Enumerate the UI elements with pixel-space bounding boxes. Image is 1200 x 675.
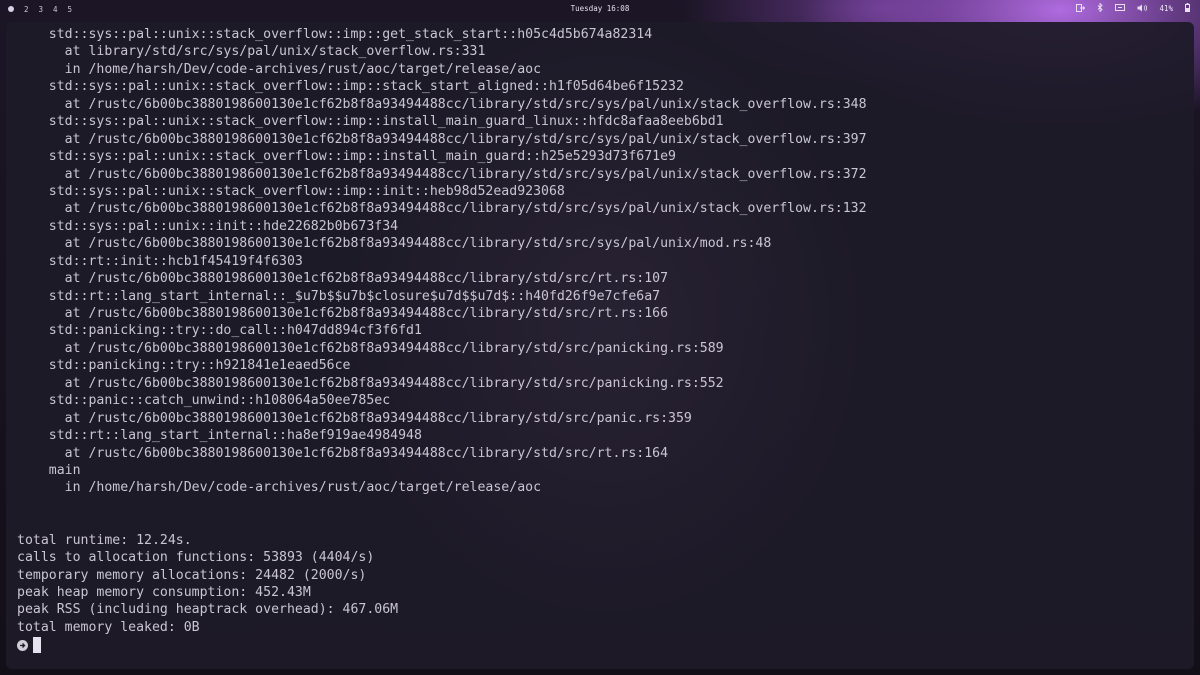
- terminal-line: std::sys::pal::unix::stack_overflow::imp…: [17, 183, 565, 199]
- workspace-switcher: 2 3 4 5: [0, 5, 72, 14]
- terminal-line: at /rustc/6b00bc3880198600130e1cf62b8f8a…: [17, 340, 724, 356]
- terminal-line: at /rustc/6b00bc3880198600130e1cf62b8f8a…: [17, 166, 867, 182]
- workspace-2[interactable]: 2: [24, 5, 29, 14]
- terminal-line: std::panicking::try::do_call::h047dd894c…: [17, 323, 422, 339]
- terminal-line: std::sys::pal::unix::init::hde22682b0b67…: [17, 218, 399, 234]
- arrow-right-circle-icon: [17, 639, 28, 651]
- workspace-3[interactable]: 3: [39, 5, 44, 14]
- workspace-active-indicator[interactable]: [8, 6, 14, 12]
- network-icon[interactable]: [1115, 3, 1126, 14]
- terminal-line: main: [17, 462, 81, 478]
- workspace-5[interactable]: 5: [68, 5, 73, 14]
- battery-percentage: 41%: [1159, 4, 1173, 13]
- battery-icon[interactable]: [1185, 3, 1190, 14]
- terminal-line: in /home/harsh/Dev/code-archives/rust/ao…: [17, 61, 542, 77]
- terminal-line: at /rustc/6b00bc3880198600130e1cf62b8f8a…: [17, 445, 669, 461]
- terminal-line: std::panicking::try::h921841e1eaed56ce: [17, 358, 351, 374]
- terminal-line: total memory leaked: 0B: [17, 619, 200, 635]
- terminal-line: std::sys::pal::unix::stack_overflow::imp…: [17, 114, 724, 130]
- terminal-window[interactable]: std::sys::pal::unix::stack_overflow::imp…: [6, 22, 1194, 669]
- terminal-line: at /rustc/6b00bc3880198600130e1cf62b8f8a…: [17, 375, 724, 391]
- top-panel: 2 3 4 5 Tuesday 16:08 41%: [0, 0, 1200, 18]
- text-cursor: [33, 637, 41, 654]
- terminal-line: temporary memory allocations: 24482 (200…: [17, 567, 367, 583]
- terminal-line: in /home/harsh/Dev/code-archives/rust/ao…: [17, 480, 542, 496]
- terminal-line: at library/std/src/sys/pal/unix/stack_ov…: [17, 44, 486, 60]
- terminal-line: peak heap memory consumption: 452.43M: [17, 585, 311, 600]
- terminal-line: std::sys::pal::unix::stack_overflow::imp…: [17, 79, 684, 95]
- terminal-line: std::rt::lang_start_internal::_$u7b$$u7b…: [17, 288, 661, 304]
- shell-prompt[interactable]: [17, 636, 1194, 654]
- terminal-line: total runtime: 12.24s.: [17, 532, 192, 548]
- terminal-line: at /rustc/6b00bc3880198600130e1cf62b8f8a…: [17, 201, 867, 217]
- terminal-line: std::sys::pal::unix::stack_overflow::imp…: [17, 149, 676, 165]
- terminal-output: std::sys::pal::unix::stack_overflow::imp…: [17, 26, 1194, 636]
- terminal-line: peak RSS (including heaptrack overhead):…: [17, 602, 399, 618]
- clock[interactable]: Tuesday 16:08: [0, 4, 1200, 13]
- volume-icon[interactable]: [1137, 4, 1148, 14]
- terminal-line: at /rustc/6b00bc3880198600130e1cf62b8f8a…: [17, 131, 867, 147]
- terminal-line: at /rustc/6b00bc3880198600130e1cf62b8f8a…: [17, 236, 772, 252]
- terminal-line: std::sys::pal::unix::stack_overflow::imp…: [17, 27, 653, 42]
- bluetooth-icon[interactable]: [1097, 2, 1104, 14]
- terminal-line: at /rustc/6b00bc3880198600130e1cf62b8f8a…: [17, 271, 669, 287]
- terminal-line: at /rustc/6b00bc3880198600130e1cf62b8f8a…: [17, 410, 692, 426]
- terminal-line: at /rustc/6b00bc3880198600130e1cf62b8f8a…: [17, 306, 669, 321]
- workspace-4[interactable]: 4: [53, 5, 58, 14]
- system-tray: 41%: [1076, 2, 1190, 14]
- terminal-line: calls to allocation functions: 53893 (44…: [17, 550, 375, 566]
- terminal-line: std::rt::lang_start_internal::ha8ef919ae…: [17, 428, 422, 444]
- logout-icon[interactable]: [1076, 3, 1086, 14]
- terminal-line: at /rustc/6b00bc3880198600130e1cf62b8f8a…: [17, 96, 867, 112]
- terminal-line: std::panic::catch_unwind::h108064a50ee78…: [17, 393, 391, 409]
- terminal-line: std::rt::init::hcb1f45419f4f6303: [17, 253, 303, 269]
